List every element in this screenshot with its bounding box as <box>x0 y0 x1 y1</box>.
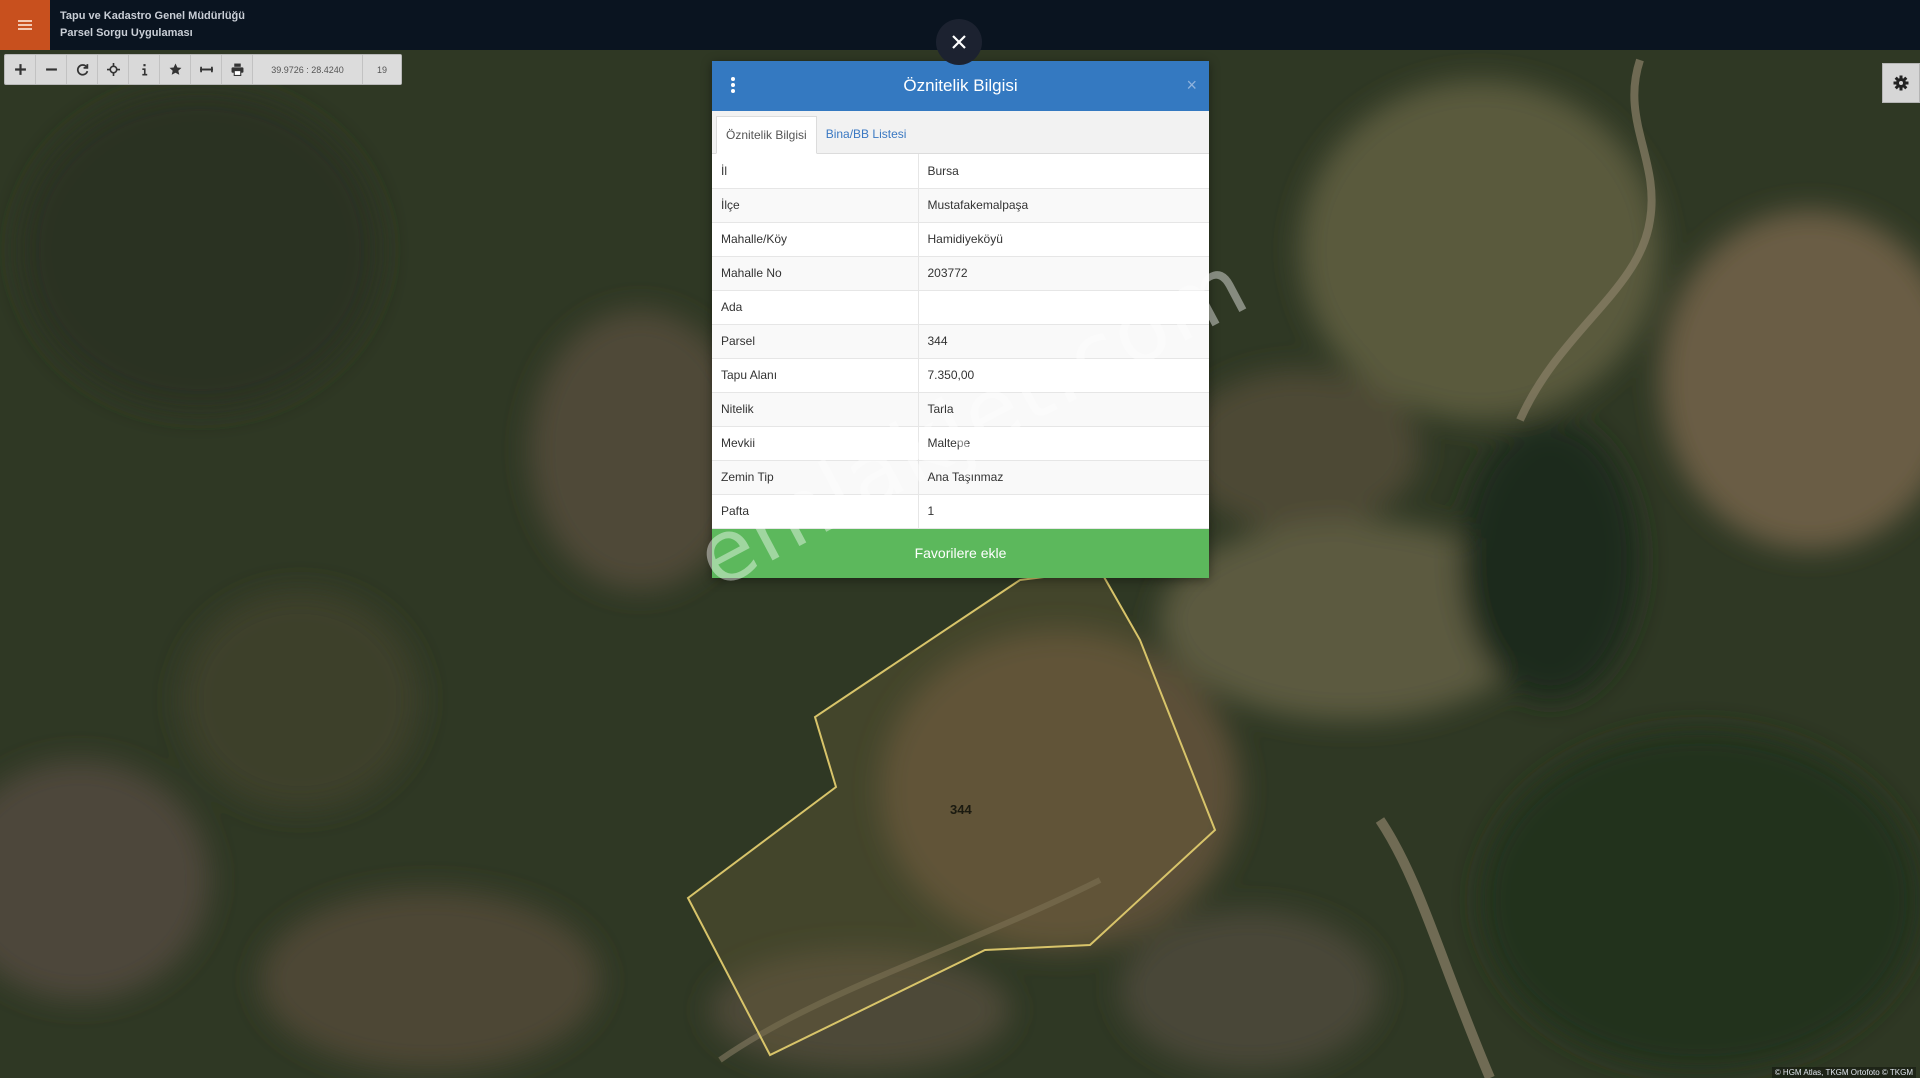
dialog-close-button[interactable]: × <box>1186 75 1197 95</box>
attribute-value: 203772 <box>918 256 1209 291</box>
crosshair-icon <box>106 63 120 76</box>
attribute-value: Tarla <box>918 392 1209 427</box>
attribute-key: Nitelik <box>712 392 919 427</box>
attribute-value: Maltepe <box>918 426 1209 461</box>
zoom-level-readout: 19 <box>363 55 401 84</box>
table-row: Mahalle No 203772 <box>712 256 1209 291</box>
map-attribution: © HGM Atlas, TKGM Ortofoto © TKGM <box>1771 1067 1916 1078</box>
table-row: Tapu Alanı 7.350,00 <box>712 358 1209 393</box>
attribute-value <box>918 290 1209 325</box>
table-row: Ada <box>712 290 1209 325</box>
minus-icon <box>45 68 57 71</box>
attribute-value: Bursa <box>918 154 1209 189</box>
locate-button[interactable] <box>98 55 129 84</box>
dialog-title: Öznitelik Bilgisi <box>903 76 1018 95</box>
attribute-key: Ada <box>712 290 919 325</box>
measure-icon <box>199 66 213 73</box>
attribute-value: 1 <box>918 494 1209 529</box>
favorite-button[interactable] <box>160 55 191 84</box>
attribute-key: Parsel <box>712 324 919 359</box>
brand-line-1: Tapu ve Kadastro Genel Müdürlüğü <box>60 10 245 22</box>
table-row: Pafta 1 <box>712 494 1209 529</box>
info-button[interactable] <box>129 55 160 84</box>
overlay-close-button[interactable] <box>936 19 982 65</box>
tab-building-list[interactable]: Bina/BB Listesi <box>817 115 916 153</box>
measure-button[interactable] <box>191 55 222 84</box>
attribute-value: 7.350,00 <box>918 358 1209 393</box>
brand-line-2: Parsel Sorgu Uygulaması <box>60 27 193 39</box>
table-row: Zemin Tip Ana Taşınmaz <box>712 460 1209 495</box>
app-brand: Tapu ve Kadastro Genel Müdürlüğü Parsel … <box>60 8 245 42</box>
table-row: İl Bursa <box>712 154 1209 189</box>
attribute-key: Tapu Alanı <box>712 358 919 393</box>
attribute-key: Mevkii <box>712 426 919 461</box>
attribute-key: Mahalle/Köy <box>712 222 919 257</box>
attribute-key: Mahalle No <box>712 256 919 291</box>
hamburger-icon[interactable] <box>0 0 50 50</box>
attribute-key: Pafta <box>712 494 919 529</box>
attribute-table: İl Bursa İlçe Mustafakemalpaşa Mahalle/Köy Ha… <box>712 154 1209 529</box>
refresh-button[interactable] <box>67 55 98 84</box>
gear-icon <box>1893 75 1909 91</box>
settings-button[interactable] <box>1882 63 1920 103</box>
map-toolbar: 39.9726 : 28.4240 19 <box>4 54 402 85</box>
zoom-in-button[interactable] <box>5 55 36 84</box>
dialog-header: Öznitelik Bilgisi × <box>712 61 1209 111</box>
attribute-value: 344 <box>918 324 1209 359</box>
star-icon <box>169 63 181 75</box>
close-icon <box>952 35 966 49</box>
table-row: Nitelik Tarla <box>712 392 1209 427</box>
table-row: Parsel 344 <box>712 324 1209 359</box>
zoom-out-button[interactable] <box>36 55 67 84</box>
attribute-key: İlçe <box>712 188 919 223</box>
kebab-icon[interactable] <box>728 76 738 96</box>
attribute-value: Ana Taşınmaz <box>918 460 1209 495</box>
attribute-key: İl <box>712 154 919 189</box>
table-row: Mahalle/Köy Hamidiyeköyü <box>712 222 1209 257</box>
attribute-value: Mustafakemalpaşa <box>918 188 1209 223</box>
table-row: İlçe Mustafakemalpaşa <box>712 188 1209 223</box>
parcel-number-label: 344 <box>950 802 972 817</box>
add-to-favorites-button[interactable]: Favorilere ekle <box>712 528 1209 578</box>
dialog-tabs: Öznitelik Bilgisi Bina/BB Listesi <box>712 111 1209 154</box>
print-button[interactable] <box>222 55 253 84</box>
attribute-key: Zemin Tip <box>712 460 919 495</box>
tab-attribute-info[interactable]: Öznitelik Bilgisi <box>716 116 817 154</box>
refresh-icon <box>76 64 88 76</box>
coordinates-readout: 39.9726 : 28.4240 <box>253 55 363 84</box>
plus-icon <box>14 64 26 75</box>
attribute-value: Hamidiyeköyü <box>918 222 1209 257</box>
table-row: Mevkii Maltepe <box>712 426 1209 461</box>
print-icon <box>231 63 243 76</box>
info-icon <box>141 64 147 76</box>
attribute-dialog: Öznitelik Bilgisi × Öznitelik Bilgisi Bi… <box>712 61 1209 578</box>
